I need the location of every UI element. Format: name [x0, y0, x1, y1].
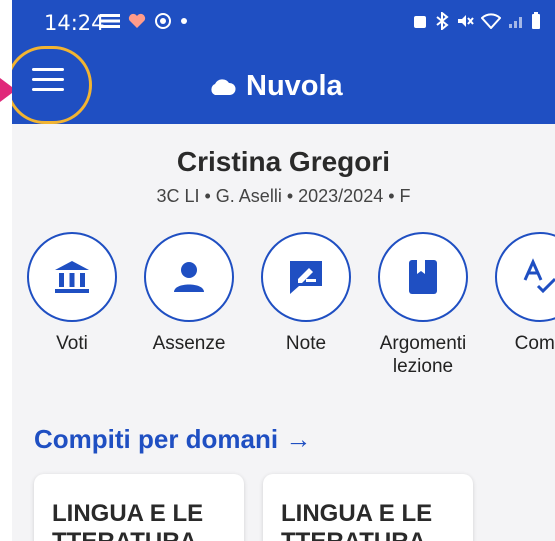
action-circle	[27, 232, 117, 322]
list-notification-icon	[100, 14, 120, 28]
homework-card[interactable]: LINGUA E LE TTERATURA	[263, 474, 473, 541]
status-left-icons	[100, 12, 188, 30]
action-voti[interactable]: Voti	[24, 232, 120, 378]
wifi-icon	[481, 13, 501, 29]
homework-cards: LINGUA E LE TTERATURA LINGUA E LE TTERAT…	[34, 474, 473, 541]
circle-notification-icon	[155, 13, 171, 29]
action-label: Note	[285, 333, 327, 354]
signal-icon	[509, 17, 522, 28]
status-right-icons	[412, 12, 541, 30]
status-bar: 14:24	[12, 0, 555, 46]
action-circle	[378, 232, 468, 322]
action-circle	[495, 232, 555, 322]
cloud-icon	[211, 78, 236, 95]
app-title-text: Nuvola	[246, 70, 343, 102]
person-icon	[174, 262, 204, 292]
note-icon	[290, 261, 322, 294]
app-bar: Nuvola	[12, 46, 555, 124]
alarm-icon	[414, 16, 426, 28]
student-meta: 3C LI • G. Aselli • 2023/2024 • F	[156, 186, 411, 206]
book-icon	[409, 260, 437, 294]
main-content: Cristina Gregori 3C LI • G. Aselli • 202…	[12, 124, 555, 541]
bank-icon	[55, 261, 89, 293]
heart-notification-icon	[128, 13, 146, 28]
bluetooth-icon	[436, 12, 449, 30]
menu-highlight-circle	[12, 46, 92, 124]
student-name: Cristina Gregori	[176, 146, 391, 177]
quick-actions: Voti Assenze Note Argomenti lezione Com	[24, 232, 555, 378]
dot-icon	[181, 18, 187, 24]
homework-card[interactable]: LINGUA E LE TTERATURA	[34, 474, 244, 541]
action-label: Comp	[514, 333, 555, 354]
battery-icon	[532, 12, 540, 29]
phone-screen: 14:24 Nuvola Cristina Gregori 3C LI • G.…	[12, 0, 555, 541]
action-label: Assenze	[152, 333, 226, 354]
spellcheck-icon	[523, 258, 555, 294]
card-title: LINGUA E LE TTERATURA	[281, 500, 433, 541]
action-label: Voti	[56, 333, 88, 354]
action-note[interactable]: Note	[258, 232, 354, 378]
action-circle	[261, 232, 351, 322]
section-title-compiti[interactable]: Compiti per domani →	[34, 424, 311, 455]
action-assenze[interactable]: Assenze	[141, 232, 237, 378]
action-argomenti-lezione[interactable]: Argomenti lezione	[375, 232, 471, 378]
card-title: LINGUA E LE TTERATURA	[52, 500, 204, 541]
status-time: 14:24	[44, 11, 105, 35]
action-label: Argomenti lezione	[379, 333, 467, 377]
action-compiti[interactable]: Comp	[492, 232, 555, 378]
app-title: Nuvola	[208, 70, 343, 103]
mute-icon	[458, 15, 474, 27]
action-circle	[144, 232, 234, 322]
